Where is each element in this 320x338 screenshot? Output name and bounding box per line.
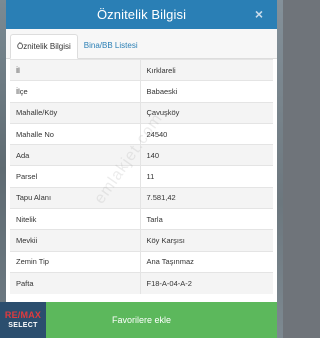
tab-attribute-info[interactable]: Öznitelik Bilgisi: [10, 34, 78, 59]
dialog-title: Öznitelik Bilgisi: [96, 7, 187, 22]
attribute-key: Parsel: [10, 165, 141, 188]
attribute-key: Zemin Tip: [10, 250, 141, 273]
attribute-key: Ada: [10, 144, 141, 166]
attribute-value: 140: [140, 144, 273, 166]
table-row: Ada 140: [10, 144, 273, 166]
close-icon: ×: [254, 6, 264, 22]
table-row: Pafta F18-A-04-A-2: [10, 271, 273, 294]
table-row: İlçe Babaeski: [10, 80, 273, 103]
table-row: Nitelik Tarla: [10, 208, 273, 230]
attribute-table: İl Kırklareli İlçe Babaeski Mahalle/Köy Çavuş…: [10, 58, 273, 294]
close-button[interactable]: ×: [251, 6, 267, 22]
dialog-header: Öznitelik Bilgisi ×: [6, 0, 277, 29]
attribute-value: F18-A-04-A-2: [140, 271, 273, 294]
attribute-value: Çavuşköy: [140, 101, 273, 124]
attribute-value: 11: [140, 165, 273, 188]
attribute-value: Babaeski: [140, 80, 273, 103]
attribute-key: Mahalle No: [10, 122, 141, 145]
table-row: Zemin Tip Ana Taşınmaz: [10, 250, 273, 273]
attribute-key: Pafta: [10, 271, 141, 294]
attribute-table-container: İl Kırklareli İlçe Babaeski Mahalle/Köy Çavuş…: [6, 58, 277, 294]
attribute-key: Tapu Alanı: [10, 186, 141, 209]
tab-bar: Öznitelik Bilgisi Bina/BB Listesi: [6, 29, 277, 59]
attribute-value: Tarla: [140, 208, 273, 230]
table-row: Mahalle No 24540: [10, 122, 273, 145]
attribute-value: Ana Taşınmaz: [140, 250, 273, 273]
add-to-favorites-button[interactable]: Favorilere ekle: [6, 302, 277, 338]
attribute-info-dialog: Öznitelik Bilgisi × Öznitelik Bilgisi Bi…: [6, 0, 277, 338]
attribute-key: İl: [10, 58, 141, 81]
table-row: İl Kırklareli: [10, 58, 273, 81]
attribute-value: 24540: [140, 122, 273, 145]
attribute-key: Nitelik: [10, 208, 141, 230]
remax-logo: RE/MAX SELECT: [0, 302, 46, 338]
logo-text-top: RE/MAX: [4, 310, 42, 320]
attribute-key: Mahalle/Köy: [10, 101, 141, 124]
attribute-value: 7.581,42: [140, 186, 273, 209]
map-background-right: [276, 0, 283, 338]
logo-text-bottom: SELECT: [8, 322, 38, 329]
table-row: Mahalle/Köy Çavuşköy: [10, 101, 273, 124]
table-row: Mevkii Köy Karşısı: [10, 229, 273, 252]
attribute-value: Kırklareli: [140, 58, 273, 81]
attribute-key: İlçe: [10, 80, 141, 103]
add-to-favorites-label: Favorilere ekle: [111, 315, 172, 325]
table-row: Tapu Alanı 7.581,42: [10, 186, 273, 209]
attribute-value: Köy Karşısı: [140, 229, 273, 252]
attribute-key: Mevkii: [10, 229, 141, 252]
table-row: Parsel 11: [10, 165, 273, 188]
tab-building-list[interactable]: Bina/BB Listesi: [78, 33, 144, 58]
